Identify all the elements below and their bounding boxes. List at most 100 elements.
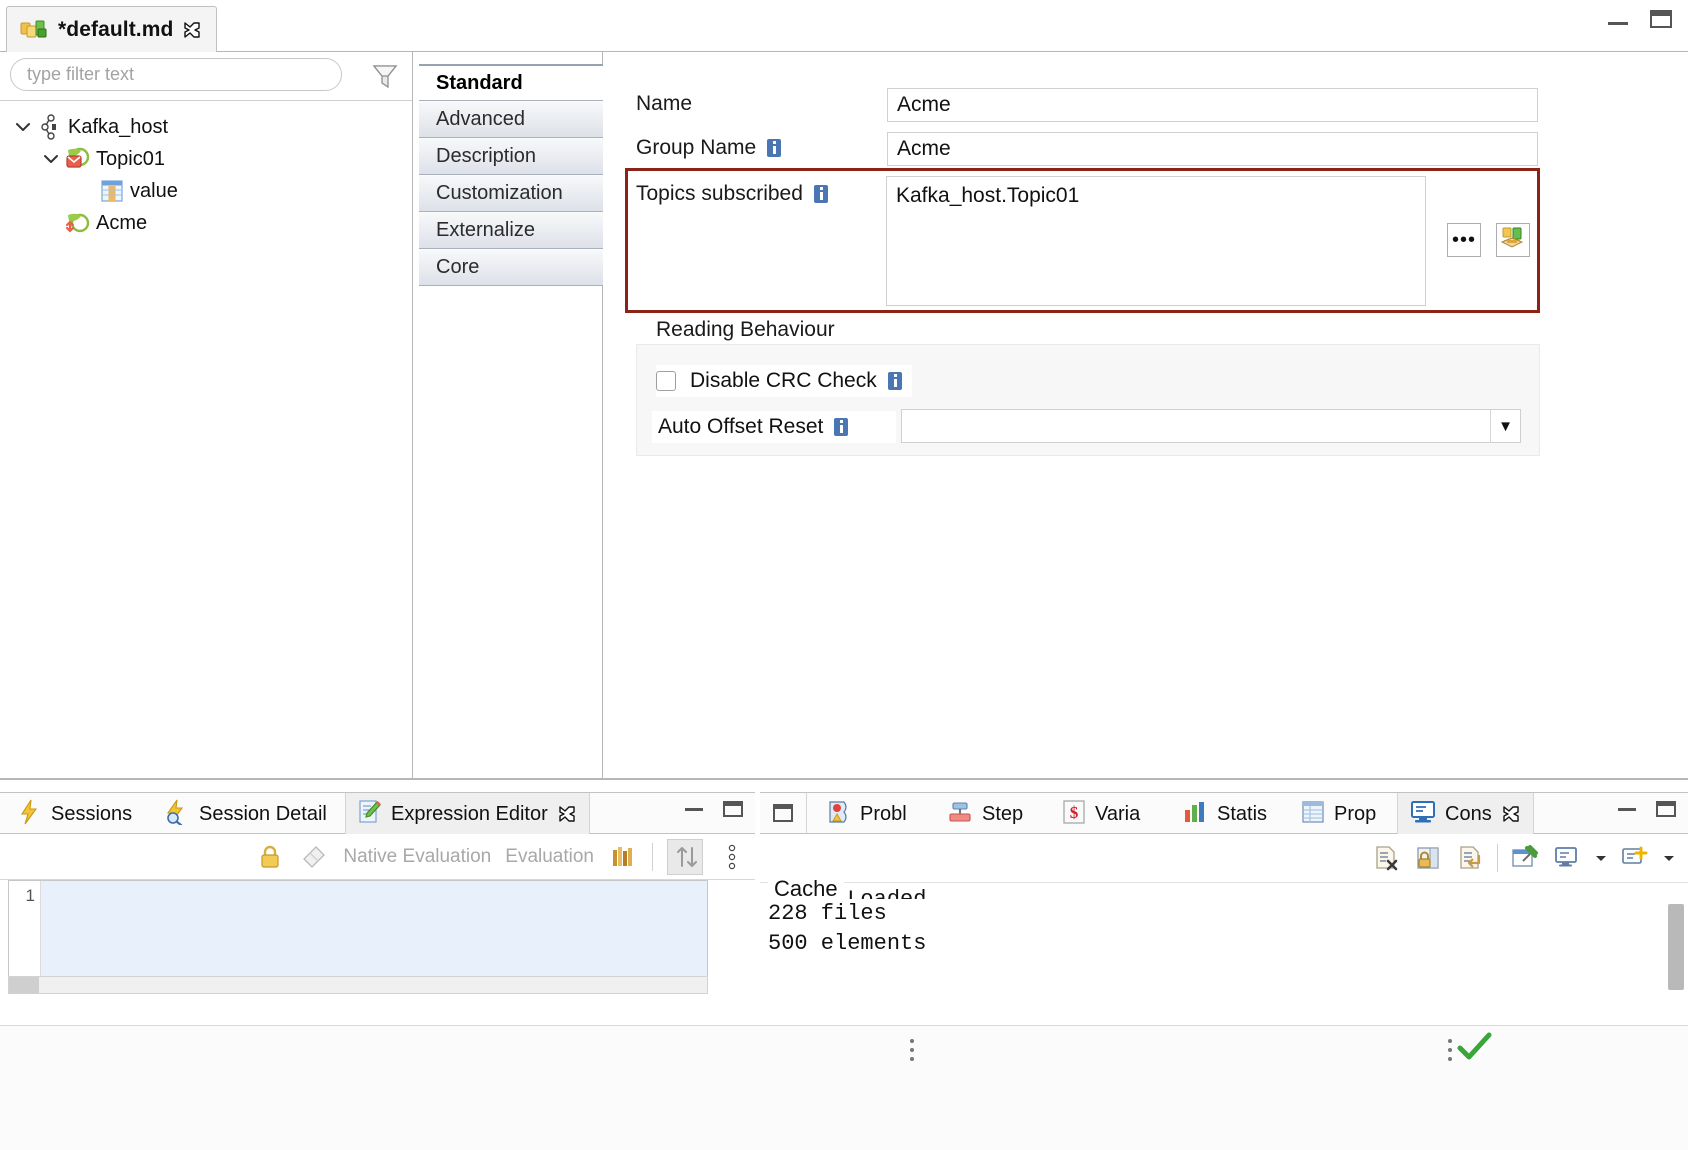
tab-statistics[interactable]: Statis [1170, 793, 1279, 835]
tab-variables[interactable]: $ Varia [1050, 793, 1152, 835]
clear-console-icon[interactable] [1371, 843, 1401, 873]
console-line: 228 files [768, 899, 1688, 929]
drag-grip-icon[interactable] [905, 1035, 919, 1065]
tab-expression-editor[interactable]: Expression Editor [345, 793, 590, 835]
section-label: Customization [436, 182, 563, 205]
expression-editor-window-controls [685, 801, 743, 817]
tab-session-detail[interactable]: Session Detail [152, 793, 339, 835]
code-horizontal-scrollbar[interactable] [8, 976, 708, 994]
search-input[interactable] [10, 58, 342, 91]
lightning-magnifier-icon [164, 799, 190, 830]
tab-console[interactable]: Cons [1397, 793, 1534, 835]
tree-item-kafka-host[interactable]: Kafka_host [0, 111, 412, 143]
console-vertical-scrollbar[interactable] [1668, 884, 1684, 1018]
info-icon[interactable] [834, 418, 848, 436]
group-name-input[interactable] [887, 132, 1538, 166]
tab-step[interactable]: Step [935, 793, 1035, 835]
disable-crc-checkbox[interactable] [656, 371, 676, 391]
topics-subscribed-label-row: Topics subscribed [636, 182, 828, 206]
expression-editor-icon [358, 799, 382, 830]
import-mapping-icon [1500, 226, 1526, 255]
maximize-icon[interactable] [1650, 10, 1672, 28]
eraser-icon[interactable] [299, 842, 329, 872]
tab-label: Statis [1217, 803, 1267, 826]
bottom-right-tab-bar: Probl Step $ Varia [807, 792, 1688, 834]
close-icon[interactable] [1501, 804, 1521, 824]
name-field-label-row: Name [636, 92, 692, 116]
maximize-icon[interactable] [723, 801, 743, 817]
info-icon[interactable] [888, 372, 902, 390]
expression-code-editor[interactable]: 1 [8, 880, 708, 980]
editor-tab-default-md[interactable]: *default.md [6, 6, 217, 52]
evaluation-label[interactable]: Evaluation [505, 846, 594, 868]
lock-icon[interactable] [255, 842, 285, 872]
chevron-down-icon[interactable] [38, 146, 64, 172]
funnel-filter-icon[interactable] [366, 56, 404, 96]
code-text-area[interactable] [41, 881, 707, 979]
open-console-icon[interactable] [1620, 843, 1650, 873]
display-selected-console-icon[interactable] [1552, 843, 1582, 873]
section-core[interactable]: Core [419, 249, 603, 286]
section-externalize[interactable]: Externalize [419, 212, 603, 249]
maximize-icon[interactable] [1656, 801, 1676, 817]
function-library-icon[interactable] [608, 842, 638, 872]
info-icon[interactable] [767, 139, 781, 157]
disable-crc-label: Disable CRC Check [690, 369, 877, 393]
tree-item-value[interactable]: value [0, 175, 412, 207]
property-sections-panel: Standard Advanced Description Customizat… [413, 52, 603, 780]
tree-item-label: Topic01 [96, 148, 165, 171]
chevron-down-icon[interactable]: ▼ [1490, 410, 1520, 442]
pin-console-icon[interactable] [1510, 843, 1540, 873]
auto-offset-reset-select[interactable]: ▼ [901, 409, 1521, 443]
group-name-field-label-row: Group Name [636, 136, 781, 160]
tab-sessions[interactable]: Sessions [6, 793, 144, 835]
scrollbar-thumb[interactable] [1668, 904, 1684, 990]
tab-label: Varia [1095, 803, 1140, 826]
native-evaluation-label[interactable]: Native Evaluation [343, 846, 491, 868]
minimize-icon[interactable] [685, 801, 703, 811]
toolbar-separator [1497, 844, 1498, 872]
sync-arrows-icon[interactable] [667, 839, 703, 875]
svg-text:$: $ [1070, 803, 1079, 822]
bottom-left-tab-bar: Sessions Session Detail E [0, 792, 755, 834]
section-advanced[interactable]: Advanced [419, 101, 603, 138]
topic-message-icon [64, 146, 92, 172]
name-input[interactable] [887, 88, 1538, 122]
console-cache-label: Cache [768, 876, 844, 902]
problems-icon [827, 799, 851, 830]
tab-properties[interactable]: Prop [1289, 793, 1388, 835]
chevron-down-icon[interactable] [10, 114, 36, 140]
topics-subscribed-textarea[interactable] [886, 176, 1426, 306]
properties-table-icon [1301, 799, 1325, 830]
close-icon[interactable] [557, 804, 577, 824]
browse-topics-button[interactable]: ••• [1447, 223, 1481, 257]
tree-area: Kafka_host Topic01 [0, 100, 412, 780]
view-menu-icon[interactable] [717, 842, 747, 872]
console-line: 500 elements [768, 929, 1688, 959]
disable-crc-check-row[interactable]: Disable CRC Check [656, 365, 912, 397]
section-label: Standard [436, 72, 523, 95]
name-label: Name [636, 92, 692, 116]
word-wrap-icon[interactable] [1455, 843, 1485, 873]
info-icon[interactable] [814, 185, 828, 203]
tree-item-topic01[interactable]: Topic01 [0, 143, 412, 175]
section-label: Description [436, 145, 536, 168]
scroll-lock-icon[interactable] [1413, 843, 1443, 873]
editor-tab-label: *default.md [58, 18, 173, 42]
chevron-down-icon[interactable] [1594, 843, 1608, 873]
kafka-host-icon [36, 114, 64, 140]
minimize-icon[interactable] [1618, 801, 1636, 811]
tree-item-acme[interactable]: Acme [0, 207, 412, 239]
scrollbar-thumb[interactable] [9, 977, 39, 993]
minimize-icon[interactable] [1608, 13, 1628, 25]
section-description[interactable]: Description [419, 138, 603, 175]
consumer-group-icon [64, 210, 92, 236]
section-customization[interactable]: Customization [419, 175, 603, 212]
section-standard[interactable]: Standard [419, 64, 603, 101]
restore-view-icon[interactable] [760, 792, 807, 834]
chevron-down-icon[interactable] [1662, 843, 1676, 873]
import-topics-button[interactable] [1496, 223, 1530, 257]
close-icon[interactable] [182, 20, 202, 40]
tab-problems[interactable]: Probl [815, 793, 919, 835]
console-output[interactable]: Cache Loaded 228 files 500 elements [760, 882, 1688, 1020]
